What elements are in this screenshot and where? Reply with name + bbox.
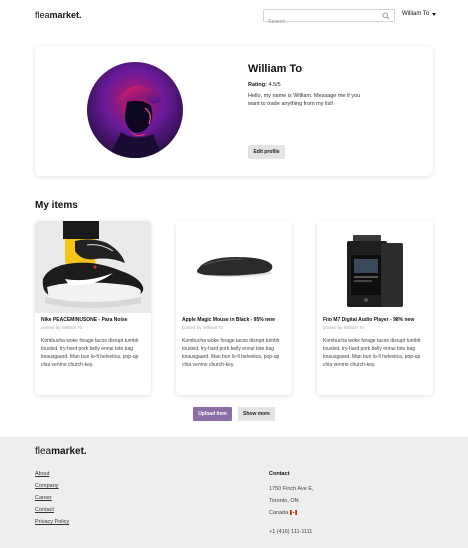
item-title[interactable]: Nike PEACEMINUSONE - Para Noise: [41, 317, 147, 323]
item-title[interactable]: Apple Magic Mouse in Black - 95% new: [182, 317, 288, 323]
footer-logo-light-text: flea: [35, 446, 52, 457]
item-description: Kombucha woke forage tacos disrupt tumbl…: [323, 338, 421, 368]
user-menu-dropdown[interactable]: William To: [402, 11, 437, 17]
contact-country: Canada: [269, 510, 297, 516]
footer-link-career[interactable]: Career: [35, 495, 52, 501]
item-card[interactable]: Nike PEACEMINUSONE - Para Noise posted b…: [35, 221, 151, 395]
item-posted-by: posted by William To: [182, 325, 224, 330]
profile-card: William To Rating: 4.5/5 Hello, my name …: [35, 46, 433, 176]
item-title[interactable]: Fiio M7 Digital Audio Player - 98% new: [323, 317, 429, 323]
footer-link-contact[interactable]: Contact: [35, 507, 54, 513]
footer-logo[interactable]: fleamarket.: [35, 446, 87, 457]
footer-link-privacy-policy[interactable]: Privacy Policy: [35, 519, 69, 525]
contact-country-text: Canada: [269, 510, 289, 516]
canada-flag-icon: [289, 510, 297, 516]
search-input[interactable]: [264, 16, 374, 28]
profile-name: William To: [248, 63, 303, 75]
caret-down-icon: [432, 13, 437, 16]
footer-link-about[interactable]: About: [35, 471, 49, 477]
user-menu-name: William To: [402, 11, 430, 17]
top-header: fleamarket. William To: [0, 0, 468, 34]
contact-address-line2: Toronto, ON: [269, 498, 299, 504]
footer: fleamarket. About Company Career Contact…: [0, 437, 468, 548]
contact-heading: Contact: [269, 471, 290, 477]
item-image-sneaker: [35, 221, 151, 313]
contact-phone: +1 (416) 111-1111: [269, 529, 313, 535]
my-items-heading: My items: [35, 200, 78, 211]
footer-link-company[interactable]: Company: [35, 483, 59, 489]
rating-value: 4.5/5: [268, 82, 281, 88]
item-image-audio-player: [317, 221, 433, 313]
search-box: [263, 9, 395, 28]
logo[interactable]: fleamarket.: [35, 10, 82, 20]
avatar: [87, 62, 183, 158]
rating-label: Rating:: [248, 82, 267, 88]
edit-profile-button[interactable]: Edit profile: [248, 145, 285, 159]
item-posted-by: posted by William To: [41, 325, 83, 330]
upload-item-button[interactable]: Upload item: [193, 407, 232, 421]
logo-light-text: flea: [35, 10, 50, 20]
item-card[interactable]: Fiio M7 Digital Audio Player - 98% new p…: [317, 221, 433, 395]
rating: Rating: 4.5/5: [248, 82, 281, 88]
search-icon[interactable]: [382, 12, 390, 20]
profile-bio: Hello, my name is William. Message me if…: [248, 93, 361, 107]
logo-bold-text: market.: [49, 10, 82, 20]
item-card[interactable]: Apple Magic Mouse in Black - 95% new pos…: [176, 221, 292, 395]
show-more-button[interactable]: Show more: [238, 407, 275, 421]
footer-logo-bold-text: market.: [51, 446, 87, 457]
item-posted-by: posted by William To: [323, 325, 365, 330]
item-description: Kombucha woke forage tacos disrupt tumbl…: [182, 338, 280, 368]
item-image-mouse: [176, 221, 292, 313]
contact-address-line1: 1750 Finch Ave E,: [269, 486, 314, 492]
item-description: Kombucha woke forage tacos disrupt tumbl…: [41, 338, 139, 368]
